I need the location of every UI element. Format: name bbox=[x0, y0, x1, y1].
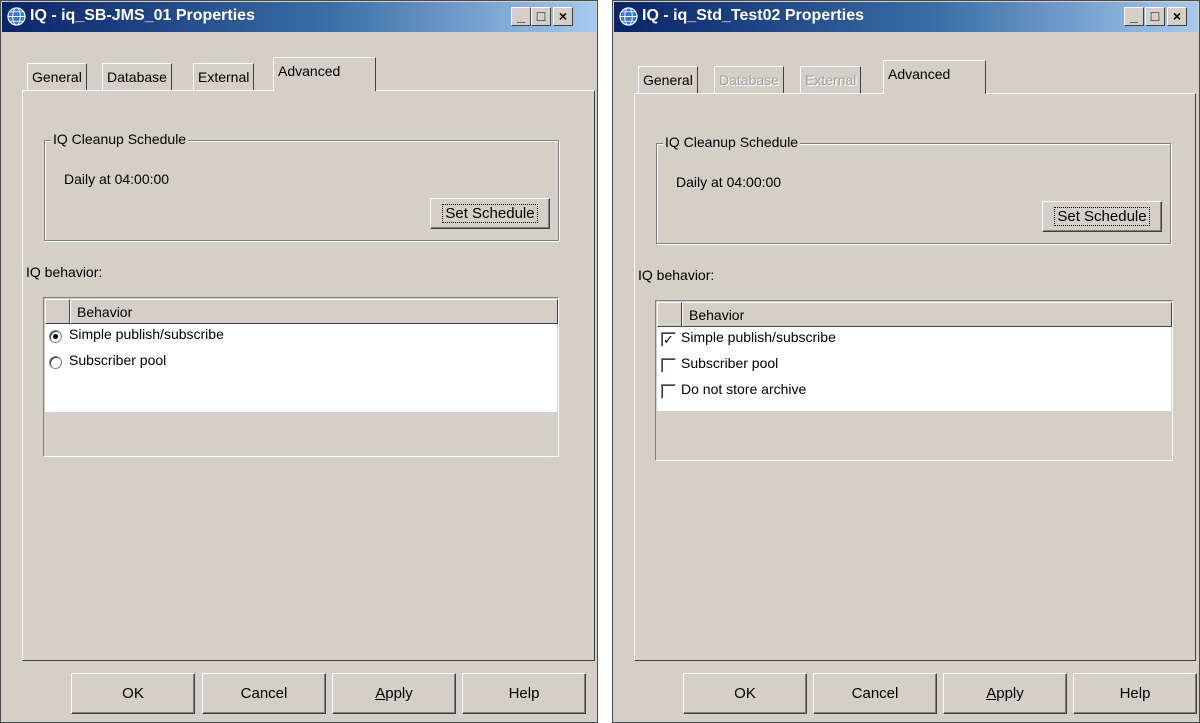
list-item[interactable]: Subscriber pool bbox=[661, 355, 1151, 379]
close-icon: × bbox=[1172, 8, 1182, 24]
tab-label: Database bbox=[107, 69, 167, 85]
apply-mnemonic: A bbox=[986, 685, 997, 702]
globe-icon bbox=[619, 7, 638, 26]
tab-label: Advanced bbox=[888, 66, 951, 82]
properties-dialog-left: IQ - iq_SB-JMS_01 Properties _ □ × Gener… bbox=[0, 0, 598, 723]
cleanup-schedule-group: IQ Cleanup Schedule Daily at 04:00:00 Se… bbox=[656, 134, 1171, 244]
checkbox-unchecked[interactable] bbox=[661, 358, 676, 373]
tab-database: Database bbox=[714, 66, 784, 94]
minimize-button[interactable]: _ bbox=[1124, 7, 1144, 26]
tab-advanced[interactable]: Advanced bbox=[273, 57, 376, 91]
item-label: Subscriber pool bbox=[681, 355, 779, 371]
cleanup-schedule-group: IQ Cleanup Schedule Daily at 04:00:00 Se… bbox=[44, 131, 559, 241]
list-header: Behavior bbox=[657, 302, 1172, 327]
help-button[interactable]: Help bbox=[1073, 673, 1197, 714]
help-label: Help bbox=[1119, 685, 1151, 702]
apply-mnemonic: A bbox=[375, 685, 386, 702]
ok-label: OK bbox=[122, 685, 144, 702]
maximize-button[interactable]: □ bbox=[531, 7, 551, 26]
item-label: Do not store archive bbox=[681, 381, 807, 397]
apply-label: pply bbox=[385, 685, 413, 702]
tab-general[interactable]: General bbox=[27, 63, 87, 91]
maximize-icon: □ bbox=[536, 8, 546, 24]
behavior-label: IQ behavior: bbox=[26, 264, 103, 280]
set-schedule-button[interactable]: Set Schedule bbox=[430, 198, 550, 229]
maximize-icon: □ bbox=[1150, 8, 1160, 24]
ok-button[interactable]: OK bbox=[683, 673, 807, 714]
tab-database[interactable]: Database bbox=[102, 63, 172, 91]
tab-label: External bbox=[805, 72, 857, 88]
header-spacer bbox=[45, 299, 70, 324]
item-label: Simple publish/subscribe bbox=[681, 329, 836, 345]
list-header: Behavior bbox=[45, 299, 558, 324]
cancel-button[interactable]: Cancel bbox=[813, 673, 937, 714]
list-item[interactable]: Subscriber pool bbox=[49, 352, 539, 376]
tab-external: External bbox=[800, 66, 862, 94]
set-schedule-label: Set Schedule bbox=[442, 204, 538, 223]
radio-unselected[interactable] bbox=[49, 356, 62, 369]
title-bar[interactable]: IQ - iq_Std_Test02 Properties _ □ × bbox=[614, 2, 1198, 32]
minimize-icon: _ bbox=[517, 8, 525, 24]
tab-label: General bbox=[32, 69, 82, 85]
tab-external[interactable]: External bbox=[193, 63, 255, 91]
window-title: IQ - iq_Std_Test02 Properties bbox=[642, 7, 864, 24]
cancel-button[interactable]: Cancel bbox=[202, 673, 326, 714]
schedule-text: Daily at 04:00:00 bbox=[676, 174, 782, 190]
cancel-label: Cancel bbox=[240, 685, 288, 702]
advanced-tab-panel: IQ Cleanup Schedule Daily at 04:00:00 Se… bbox=[634, 93, 1196, 661]
schedule-text: Daily at 04:00:00 bbox=[64, 171, 170, 187]
group-label: IQ Cleanup Schedule bbox=[663, 134, 801, 150]
advanced-tab-panel: IQ Cleanup Schedule Daily at 04:00:00 Se… bbox=[22, 90, 595, 661]
list-item[interactable]: Do not store archive bbox=[661, 381, 1151, 405]
apply-button[interactable]: Apply bbox=[332, 673, 456, 714]
tab-advanced[interactable]: Advanced bbox=[883, 60, 986, 94]
behavior-label: IQ behavior: bbox=[638, 267, 715, 283]
header-spacer bbox=[657, 302, 682, 327]
close-button[interactable]: × bbox=[1167, 7, 1187, 26]
maximize-button[interactable]: □ bbox=[1145, 7, 1165, 26]
globe-icon bbox=[7, 7, 26, 26]
behavior-column-header[interactable]: Behavior bbox=[682, 302, 1172, 327]
item-label: Simple publish/subscribe bbox=[69, 326, 224, 342]
behavior-list[interactable]: Behavior Simple publish/subscribe Subscr… bbox=[43, 297, 559, 457]
cancel-label: Cancel bbox=[851, 685, 899, 702]
behavior-column-header[interactable]: Behavior bbox=[70, 299, 558, 324]
tab-label: External bbox=[198, 69, 250, 85]
ok-label: OK bbox=[734, 685, 756, 702]
set-schedule-button[interactable]: Set Schedule bbox=[1042, 201, 1162, 232]
apply-button[interactable]: Apply bbox=[943, 673, 1067, 714]
properties-dialog-right: IQ - iq_Std_Test02 Properties _ □ × Gene… bbox=[612, 0, 1200, 723]
radio-selected[interactable] bbox=[49, 330, 62, 343]
list-body: ✓ Simple publish/subscribe Subscriber po… bbox=[657, 327, 1171, 411]
help-label: Help bbox=[508, 685, 540, 702]
tab-label: Advanced bbox=[278, 63, 341, 79]
header-label: Behavior bbox=[77, 304, 133, 320]
tab-label: Database bbox=[719, 72, 779, 88]
help-button[interactable]: Help bbox=[462, 673, 586, 714]
checkbox-checked[interactable]: ✓ bbox=[661, 332, 676, 347]
group-label: IQ Cleanup Schedule bbox=[51, 131, 189, 147]
window-title: IQ - iq_SB-JMS_01 Properties bbox=[30, 7, 255, 24]
set-schedule-label: Set Schedule bbox=[1054, 207, 1150, 226]
ok-button[interactable]: OK bbox=[71, 673, 195, 714]
close-icon: × bbox=[558, 8, 568, 24]
tab-general[interactable]: General bbox=[638, 66, 698, 94]
title-bar[interactable]: IQ - iq_SB-JMS_01 Properties _ □ × bbox=[2, 2, 596, 32]
checkbox-unchecked[interactable] bbox=[661, 384, 676, 399]
apply-label: pply bbox=[996, 685, 1024, 702]
behavior-list[interactable]: Behavior ✓ Simple publish/subscribe Subs… bbox=[655, 300, 1173, 461]
list-body: Simple publish/subscribe Subscriber pool bbox=[45, 324, 557, 412]
list-item[interactable]: Simple publish/subscribe bbox=[49, 326, 539, 350]
minimize-button[interactable]: _ bbox=[511, 7, 531, 26]
minimize-icon: _ bbox=[1130, 8, 1138, 24]
header-label: Behavior bbox=[689, 307, 745, 323]
tab-label: General bbox=[643, 72, 693, 88]
close-button[interactable]: × bbox=[553, 7, 573, 26]
item-label: Subscriber pool bbox=[69, 352, 167, 368]
list-item[interactable]: ✓ Simple publish/subscribe bbox=[661, 329, 1151, 353]
